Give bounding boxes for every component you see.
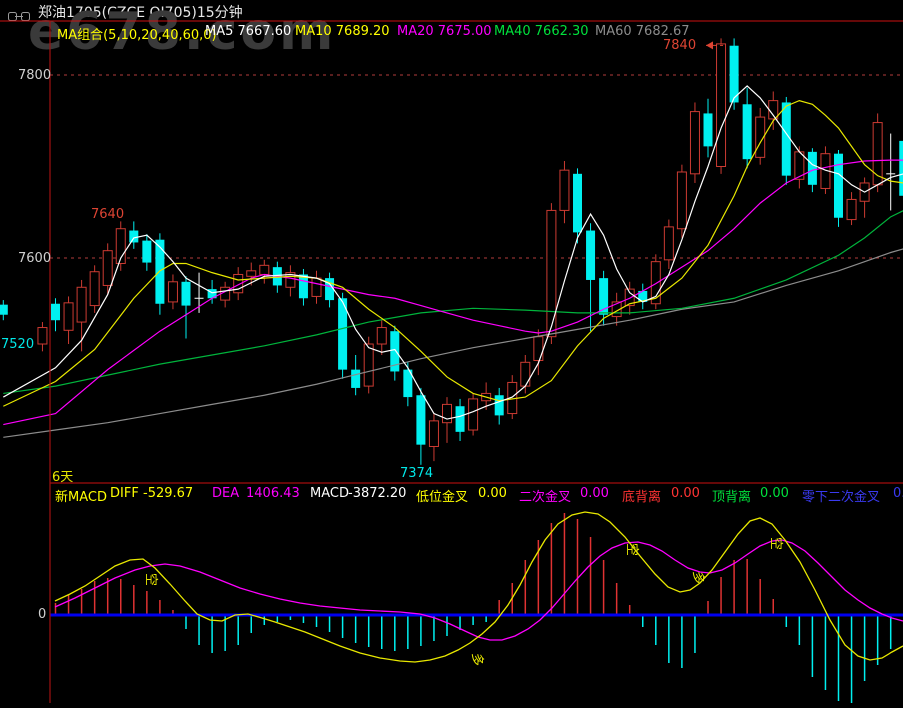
diff-value: -529.67 <box>143 486 194 501</box>
second-golden-cross-value: 0.00 <box>580 486 609 501</box>
macd-zero-label: 0 <box>38 607 47 622</box>
session-low-7374-label: 7374 <box>400 466 434 481</box>
signal-short-2: 空 <box>624 542 640 557</box>
second-golden-cross-label: 二次金叉 <box>519 490 572 505</box>
ma20-readout: MA20 7675.00 <box>397 24 492 39</box>
signal-short-3: 空 <box>768 536 784 551</box>
low-golden-cross-label: 低位金叉 <box>416 490 469 505</box>
below-zero-cross-label: 零下二次金叉 <box>802 490 881 505</box>
ma-combo-readout: MA组合(5,10,20,40,60,0) <box>57 28 217 43</box>
macd-indicator-name: 新MACD <box>55 490 107 505</box>
low-golden-cross-value: 0.00 <box>478 486 507 501</box>
price-tick-7600: 7600 <box>18 251 52 266</box>
ma5-readout: MA5 7667.60 <box>205 24 292 39</box>
price-tick-7520: 7520 <box>1 337 35 352</box>
top-divergence-value: 0.00 <box>760 486 789 501</box>
candlestick-macd-chart[interactable] <box>0 0 903 708</box>
macd-label: MACD <box>310 486 349 501</box>
price-tick-7800: 7800 <box>18 68 52 83</box>
below-zero-cross-value: 0.00 <box>893 486 903 501</box>
timespan-6day-label: 6天 <box>52 470 74 485</box>
ma60-readout: MA60 7682.67 <box>595 24 690 39</box>
macd-value: -3872.20 <box>348 486 407 501</box>
signal-long-1: 多 <box>469 652 485 667</box>
top-divergence-label: 顶背离 <box>712 490 752 505</box>
dea-value: 1406.43 <box>246 486 300 501</box>
swing-high-7640-label: 7640 <box>91 207 125 222</box>
diff-label: DIFF <box>110 486 139 501</box>
session-high-7840-label: 7840 <box>663 38 697 53</box>
chart-window: e678.com 郑油1705(CZCE OI705)15分钟 MA组合(5,1… <box>0 0 903 708</box>
bottom-divergence-value: 0.00 <box>671 486 700 501</box>
dea-label: DEA <box>212 486 240 501</box>
signal-long-2: 多 <box>690 570 706 585</box>
bottom-divergence-label: 底背离 <box>622 490 662 505</box>
signal-short-1: 空 <box>143 572 159 587</box>
ma40-readout: MA40 7662.30 <box>494 24 589 39</box>
ma10-readout: MA10 7689.20 <box>295 24 390 39</box>
